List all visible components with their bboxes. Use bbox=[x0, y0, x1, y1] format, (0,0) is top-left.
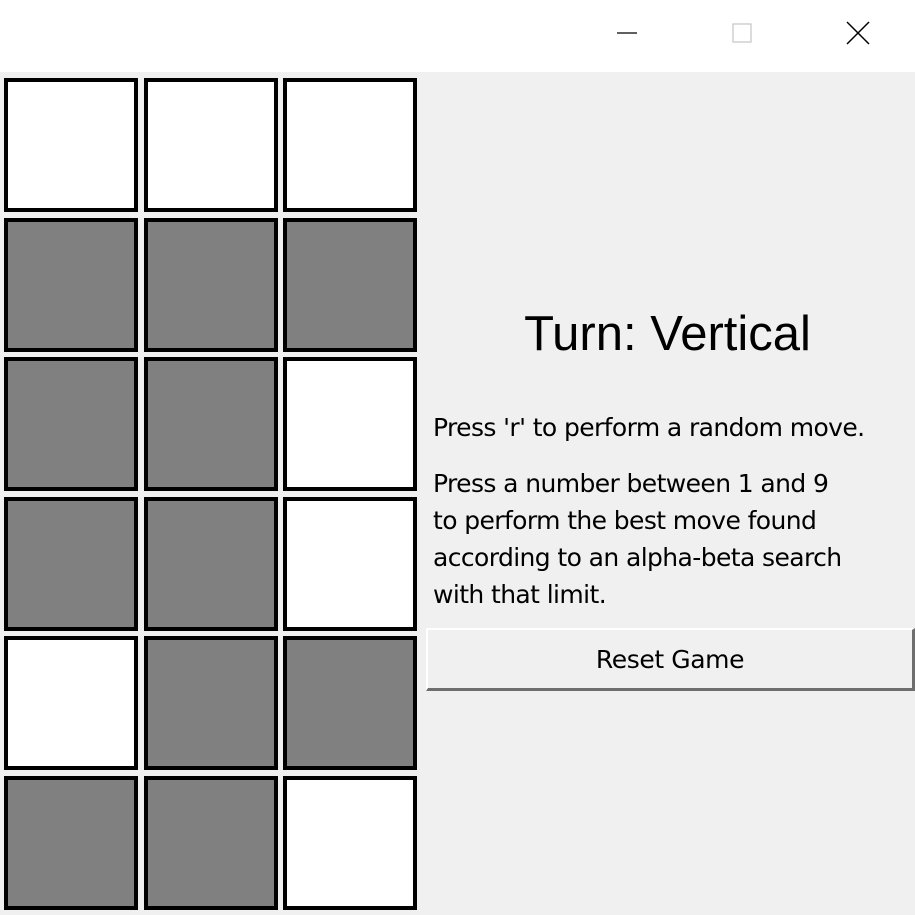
title-bar bbox=[0, 0, 915, 72]
board-cell-r1-c2[interactable] bbox=[144, 78, 278, 212]
board-cell-r1-c3[interactable] bbox=[283, 78, 417, 212]
random-move-hint: Press 'r' to perform a random move. bbox=[433, 413, 865, 442]
board-cell-r1-c1[interactable] bbox=[4, 78, 138, 212]
board-cell-r2-c1[interactable] bbox=[4, 218, 138, 352]
board-cell-r5-c2[interactable] bbox=[144, 636, 278, 770]
board-cell-r6-c1[interactable] bbox=[4, 776, 138, 910]
board-cell-r6-c3[interactable] bbox=[283, 776, 417, 910]
minimize-icon bbox=[617, 32, 637, 34]
board-cell-r5-c1[interactable] bbox=[4, 636, 138, 770]
board-cell-r4-c1[interactable] bbox=[4, 497, 138, 631]
minimize-button[interactable] bbox=[569, 0, 685, 66]
board-cell-r3-c2[interactable] bbox=[144, 357, 278, 491]
reset-game-button[interactable]: Reset Game bbox=[426, 628, 915, 691]
board-cell-r3-c3[interactable] bbox=[283, 357, 417, 491]
close-button[interactable] bbox=[800, 0, 915, 66]
game-board bbox=[0, 72, 420, 915]
search-move-hint: Press a number between 1 and 9 to perfor… bbox=[433, 469, 842, 609]
board-cell-r2-c3[interactable] bbox=[283, 218, 417, 352]
board-cell-r6-c2[interactable] bbox=[144, 776, 278, 910]
board-cell-r4-c3[interactable] bbox=[283, 497, 417, 631]
board-cell-r3-c1[interactable] bbox=[4, 357, 138, 491]
maximize-button[interactable] bbox=[684, 0, 800, 66]
maximize-icon bbox=[732, 23, 752, 43]
board-cell-r4-c2[interactable] bbox=[144, 497, 278, 631]
game-window: Turn: Vertical Press 'r' to perform a ra… bbox=[0, 0, 915, 915]
board-cell-r2-c2[interactable] bbox=[144, 218, 278, 352]
client-area: Turn: Vertical Press 'r' to perform a ra… bbox=[0, 72, 915, 915]
turn-indicator: Turn: Vertical bbox=[524, 307, 811, 361]
board-cell-r5-c3[interactable] bbox=[283, 636, 417, 770]
close-icon bbox=[846, 21, 870, 45]
info-panel: Turn: Vertical Press 'r' to perform a ra… bbox=[420, 72, 915, 915]
